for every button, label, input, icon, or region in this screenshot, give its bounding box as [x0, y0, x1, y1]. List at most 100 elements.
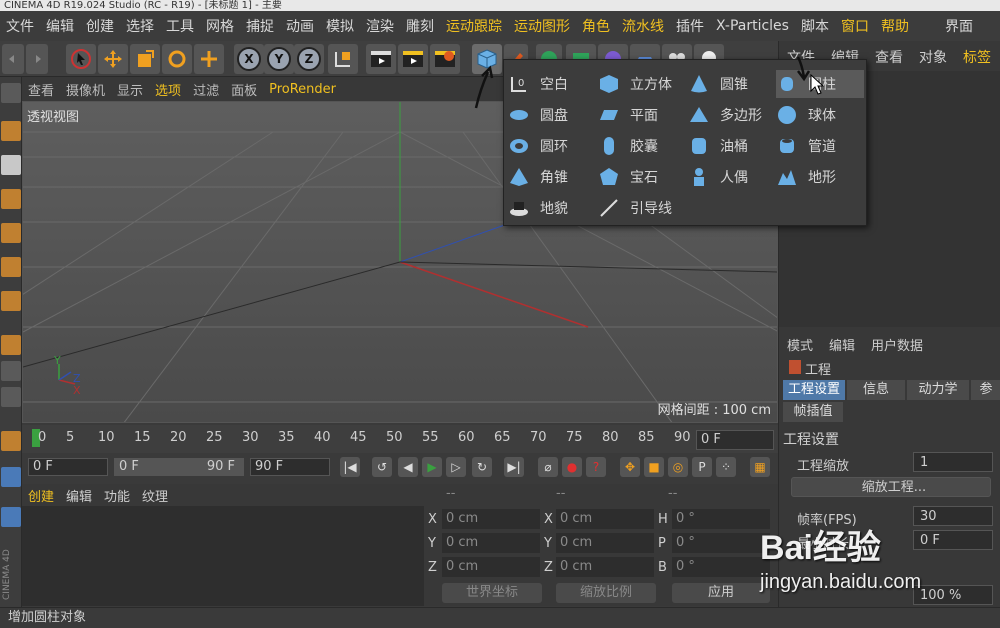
lock-workplane-icon[interactable] — [1, 387, 21, 407]
goto-end-icon[interactable]: ▶| — [504, 457, 524, 477]
next-key-icon[interactable]: ↻ — [472, 457, 492, 477]
end-frame-field[interactable]: 90 F — [250, 458, 330, 476]
last-tool-icon[interactable] — [194, 44, 224, 74]
obj-menu-objects[interactable]: 对象 — [919, 47, 947, 67]
platonic-item[interactable]: 宝石 — [598, 163, 686, 191]
plane-item[interactable]: 平面 — [598, 101, 686, 129]
polygons-mode-icon[interactable] — [1, 291, 21, 311]
menu-xparticles[interactable]: X-Particles — [716, 18, 789, 34]
menu-snap[interactable]: 捕捉 — [246, 16, 274, 36]
prev-frame-icon[interactable]: ◀ — [398, 457, 418, 477]
menu-animate[interactable]: 动画 — [286, 16, 314, 36]
cone-item[interactable]: 圆锥 — [688, 70, 776, 98]
goto-start-icon[interactable]: |◀ — [340, 457, 360, 477]
rot-b-field[interactable]: 0 ° — [672, 557, 770, 577]
make-editable-icon[interactable] — [1, 83, 21, 103]
undo-icon[interactable] — [2, 44, 24, 74]
attr-menu-edit[interactable]: 编辑 — [829, 335, 855, 354]
select-tool-icon[interactable] — [66, 44, 96, 74]
snap-icon[interactable] — [1, 361, 21, 381]
menu-edit[interactable]: 编辑 — [46, 16, 74, 36]
tab-info[interactable]: 信息 — [847, 380, 905, 400]
pyramid-item[interactable]: 角锥 — [508, 163, 596, 191]
key-scale-icon[interactable]: ■ — [644, 457, 664, 477]
null-object-item[interactable]: 0 空白 — [508, 70, 596, 98]
project-scale-field[interactable]: 1 — [913, 452, 993, 472]
menu-render[interactable]: 渲染 — [366, 16, 394, 36]
menu-layout[interactable]: 界面 — [945, 16, 973, 36]
render-view-icon[interactable] — [366, 44, 396, 74]
keyframe-selection-icon[interactable]: ⌀ — [538, 457, 558, 477]
play-icon[interactable]: ▶ — [422, 457, 442, 477]
size-x-field[interactable]: 0 cm — [556, 509, 654, 529]
menu-script[interactable]: 脚本 — [801, 16, 829, 36]
cube-item[interactable]: 立方体 — [598, 70, 686, 98]
mat-menu-edit[interactable]: 编辑 — [66, 486, 92, 505]
tab-project-settings[interactable]: 工程设置 — [783, 380, 845, 400]
pos-y-field[interactable]: 0 cm — [442, 533, 540, 553]
move-tool-icon[interactable] — [98, 44, 128, 74]
apply-button[interactable]: 应用 — [672, 583, 770, 603]
sphere-item[interactable]: 球体 — [776, 101, 864, 129]
axis-mode-icon[interactable] — [1, 335, 21, 355]
redo-icon[interactable] — [26, 44, 48, 74]
menu-motion-tracking[interactable]: 运动跟踪 — [446, 16, 502, 36]
x-axis-lock-icon[interactable]: X — [234, 44, 264, 74]
render-settings-icon[interactable] — [430, 44, 460, 74]
start-frame-field[interactable]: 0 F — [28, 458, 108, 476]
key-move-icon[interactable]: ✥ — [620, 457, 640, 477]
vp-menu-prorender[interactable]: ProRender — [269, 82, 336, 97]
key-param-icon[interactable]: P — [692, 457, 712, 477]
quantize-icon[interactable] — [1, 431, 21, 451]
menu-create[interactable]: 创建 — [86, 16, 114, 36]
menu-simulate[interactable]: 模拟 — [326, 16, 354, 36]
material-area[interactable] — [22, 506, 424, 606]
relief-item[interactable]: 地貌 — [508, 194, 596, 222]
size-y-field[interactable]: 0 cm — [556, 533, 654, 553]
capsule-item[interactable]: 胶囊 — [598, 132, 686, 160]
size-z-field[interactable]: 0 cm — [556, 557, 654, 577]
guide-item[interactable]: 引导线 — [598, 194, 686, 222]
menu-select[interactable]: 选择 — [126, 16, 154, 36]
coordinate-system-icon[interactable] — [328, 44, 358, 74]
autokey-icon[interactable]: ? — [586, 457, 606, 477]
points-mode-icon[interactable] — [1, 223, 21, 243]
mat-menu-create[interactable]: 创建 — [28, 486, 54, 505]
polygon-item[interactable]: 多边形 — [688, 101, 776, 129]
render-picture-viewer-icon[interactable] — [398, 44, 428, 74]
tab-dynamics[interactable]: 动力学 — [907, 380, 969, 400]
grid-icon[interactable] — [1, 467, 21, 487]
tab-reference[interactable]: 参 — [971, 380, 1000, 400]
scale-dropdown[interactable]: 缩放比例 — [556, 583, 656, 603]
workplane-icon[interactable] — [1, 189, 21, 209]
menu-pipeline[interactable]: 流水线 — [622, 16, 664, 36]
disc-item[interactable]: 圆盘 — [508, 101, 596, 129]
scale-project-button[interactable]: 缩放工程... — [791, 477, 991, 497]
vp-menu-view[interactable]: 查看 — [28, 80, 54, 99]
pos-x-field[interactable]: 0 cm — [442, 509, 540, 529]
rotate-tool-icon[interactable] — [162, 44, 192, 74]
tube-item[interactable]: 管道 — [776, 132, 864, 160]
timeline-ruler[interactable]: 0 5 10 15 20 25 30 35 40 45 50 55 60 65 … — [22, 425, 778, 453]
menu-sculpt[interactable]: 雕刻 — [406, 16, 434, 36]
record-icon[interactable]: ● — [562, 457, 582, 477]
rot-h-field[interactable]: 0 ° — [672, 509, 770, 529]
vp-menu-panel[interactable]: 面板 — [231, 80, 257, 99]
mat-menu-texture[interactable]: 纹理 — [142, 486, 168, 505]
key-rotate-icon[interactable]: ◎ — [668, 457, 688, 477]
menu-window[interactable]: 窗口 — [841, 16, 869, 36]
attr-menu-mode[interactable]: 模式 — [787, 335, 813, 354]
torus-item[interactable]: 圆环 — [508, 132, 596, 160]
pos-z-field[interactable]: 0 cm — [442, 557, 540, 577]
vp-menu-options[interactable]: 选项 — [155, 80, 181, 99]
z-axis-lock-icon[interactable]: Z — [294, 44, 324, 74]
menu-help[interactable]: 帮助 — [881, 16, 909, 36]
prev-key-icon[interactable]: ↺ — [372, 457, 392, 477]
figure-item[interactable]: 人偶 — [688, 163, 776, 191]
obj-menu-view[interactable]: 查看 — [875, 47, 903, 67]
oil-tank-item[interactable]: 油桶 — [688, 132, 776, 160]
tab-frame-interpolation[interactable]: 帧插值 — [783, 402, 843, 422]
menu-plugins[interactable]: 插件 — [676, 16, 704, 36]
edges-mode-icon[interactable] — [1, 257, 21, 277]
preview-range-slider[interactable]: 0 F 90 F — [114, 458, 244, 476]
